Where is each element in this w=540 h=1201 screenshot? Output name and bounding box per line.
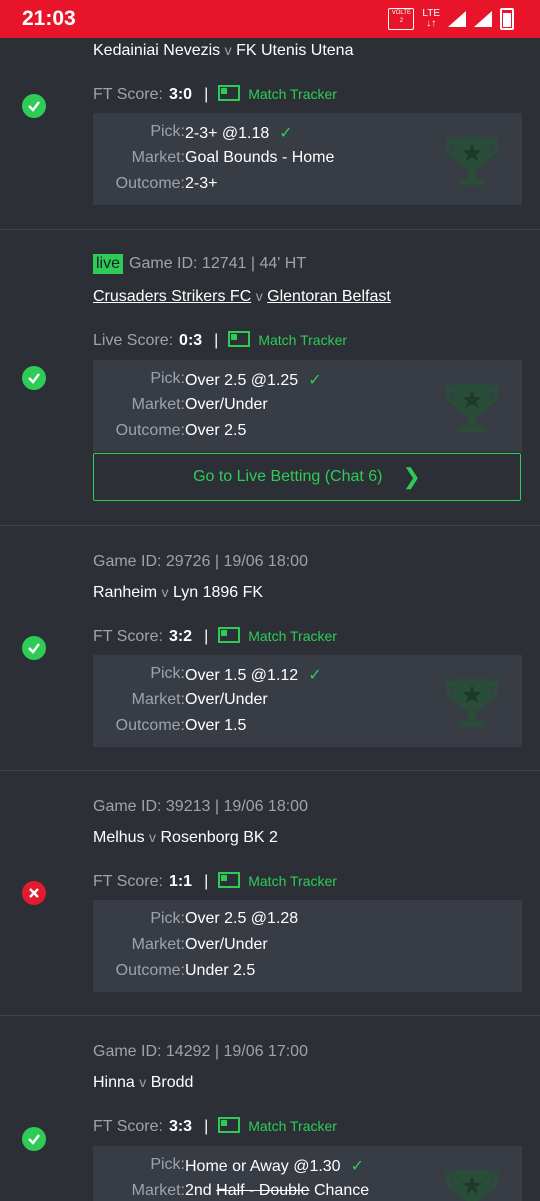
- match-card[interactable]: Game ID: 14292 | 19/06 17:00 Hinna v Bro…: [0, 1015, 540, 1201]
- pick-box: Pick: Home or Away @1.30 ✓ Market: 2nd Half…: [93, 1146, 522, 1201]
- chevron-right-icon: ❯: [402, 464, 421, 489]
- loss-icon: [22, 881, 46, 905]
- volte-icon: VOLTE 2: [388, 8, 415, 30]
- match-card[interactable]: Kedainiai Nevezis v FK Utenis Utena FT S…: [0, 38, 540, 229]
- score-row: FT Score: 3:3 | Match Tracker: [93, 1117, 337, 1135]
- trophy-icon: [446, 384, 498, 432]
- match-card[interactable]: Game ID: 39213 | 19/06 18:00 Melhus v Ro…: [0, 770, 540, 1016]
- game-meta: Game ID: 29726 | 19/06 18:00: [93, 553, 308, 570]
- match-tracker-icon[interactable]: [218, 1117, 241, 1133]
- match-tracker-link[interactable]: Match Tracker: [248, 873, 337, 889]
- win-icon: [22, 94, 46, 118]
- game-meta: live Game ID: 12741 | 44' HT: [93, 254, 306, 274]
- clock: 21:03: [22, 7, 76, 30]
- win-icon: [22, 366, 46, 390]
- teams[interactable]: Kedainiai Nevezis v FK Utenis Utena: [93, 42, 353, 60]
- score-row: FT Score: 3:0 | Match Tracker: [93, 85, 337, 103]
- battery-icon: [500, 8, 514, 30]
- lte-icon: LTE ↓↑: [422, 8, 440, 29]
- teams[interactable]: Ranheim v Lyn 1896 FK: [93, 584, 263, 602]
- pick-box: Pick: Over 2.5 @1.25 ✓ Market: Over/Under O…: [93, 360, 522, 452]
- check-icon: ✓: [350, 1158, 364, 1175]
- pick-box: Pick: Over 1.5 @1.12 ✓ Market: Over/Under O…: [93, 655, 522, 747]
- pick-box: Pick: Over 2.5 @1.28 Market: Over/Under Ou…: [93, 900, 522, 992]
- score-row: FT Score: 1:1 | Match Tracker: [93, 872, 337, 890]
- teams[interactable]: Melhus v Rosenborg BK 2: [93, 829, 278, 847]
- match-tracker-icon[interactable]: [228, 331, 251, 347]
- live-betting-button[interactable]: Go to Live Betting (Chat 6) ❯: [93, 453, 521, 501]
- check-icon: ✓: [279, 125, 293, 142]
- trophy-icon: [446, 679, 498, 727]
- match-tracker-icon[interactable]: [218, 872, 241, 888]
- game-meta: Game ID: 39213 | 19/06 18:00: [93, 798, 308, 815]
- match-tracker-link[interactable]: Match Tracker: [248, 628, 337, 644]
- score-row: Live Score: 0:3 | Match Tracker: [93, 331, 348, 349]
- match-tracker-link[interactable]: Match Tracker: [248, 86, 337, 102]
- match-tracker-icon[interactable]: [218, 85, 241, 101]
- trophy-icon: [446, 137, 498, 185]
- match-card[interactable]: live Game ID: 12741 | 44' HT Crusaders St…: [0, 229, 540, 526]
- signal-icon-1: [448, 11, 466, 27]
- live-badge: live: [93, 254, 124, 274]
- win-icon: [22, 1127, 46, 1151]
- teams-link[interactable]: Crusaders Strikers FC v Glentoran Belfas…: [93, 288, 391, 306]
- match-tracker-link[interactable]: Match Tracker: [258, 332, 347, 348]
- win-icon: [22, 636, 46, 660]
- teams[interactable]: Hinna v Brodd: [93, 1074, 193, 1092]
- match-tracker-link[interactable]: Match Tracker: [248, 1118, 337, 1134]
- check-icon: ✓: [308, 667, 322, 684]
- pick-box: Pick: 2-3+ @1.18 ✓ Market: Goal Bounds - Ho…: [93, 113, 522, 205]
- status-bar: 21:03 VOLTE 2 LTE ↓↑: [0, 0, 540, 38]
- signal-icon-2: [474, 11, 492, 27]
- match-tracker-icon[interactable]: [218, 627, 241, 643]
- match-card[interactable]: Game ID: 29726 | 19/06 18:00 Ranheim v L…: [0, 525, 540, 771]
- check-icon: ✓: [308, 372, 322, 389]
- score-row: FT Score: 3:2 | Match Tracker: [93, 627, 337, 645]
- game-meta: Game ID: 14292 | 19/06 17:00: [93, 1043, 308, 1060]
- trophy-icon: [446, 1170, 498, 1201]
